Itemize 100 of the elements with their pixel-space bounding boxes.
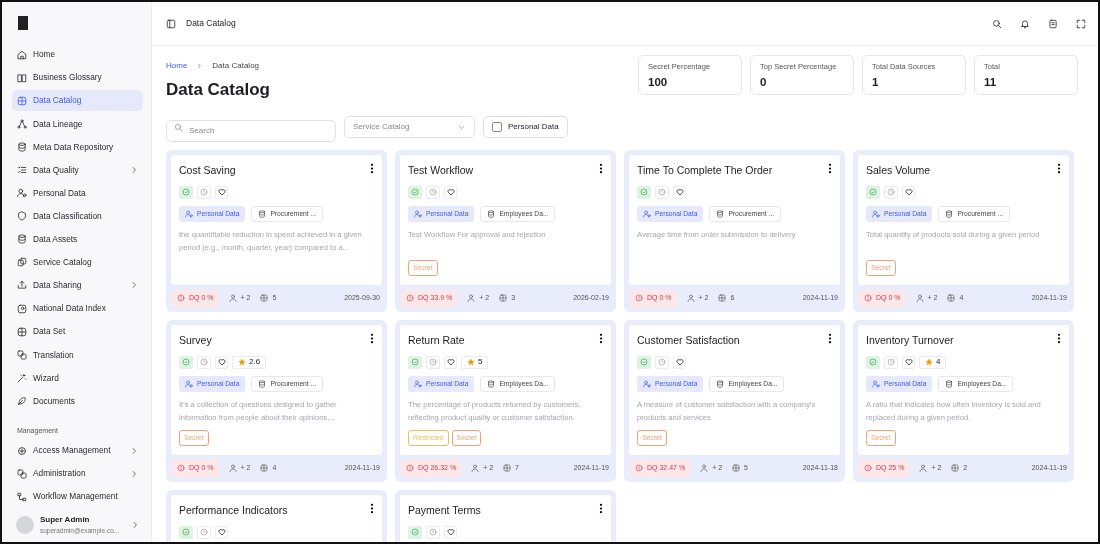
sidebar-item[interactable]: Access Management (12, 440, 143, 461)
fullscreen-icon (1076, 18, 1086, 29)
upload-icon (17, 280, 27, 291)
more-button[interactable] (599, 502, 603, 514)
database-icon (487, 379, 496, 388)
heart-icon (217, 528, 226, 537)
card-title: Return Rate (408, 332, 465, 348)
kebab-icon (1057, 332, 1061, 344)
sidebar-item[interactable]: Data Lineage (12, 113, 143, 135)
sidebar-item[interactable]: Data Classification (12, 205, 143, 227)
kebab-icon (370, 332, 374, 344)
more-button[interactable] (828, 332, 832, 344)
favorite-button[interactable] (902, 185, 915, 199)
rating-value: 4 (936, 356, 941, 369)
breadcrumb-link[interactable]: Home (166, 60, 188, 72)
stat-value: 0 (760, 75, 768, 91)
favorite-button[interactable] (215, 355, 228, 369)
favorite-button[interactable] (215, 185, 228, 199)
search-button[interactable] (992, 18, 1002, 29)
sidebar-item[interactable]: Documents (12, 390, 143, 412)
kebab-icon (370, 502, 374, 514)
alert-icon (635, 294, 643, 303)
sidebar-item[interactable]: Personal Data (12, 182, 143, 204)
database-icon (716, 379, 725, 388)
sidebar-item[interactable]: National Data Index (12, 298, 143, 320)
sidebar-item[interactable]: Data Sharing (12, 274, 143, 296)
more-button[interactable] (1057, 332, 1061, 344)
breadcrumb-current: Data Catalog (212, 60, 260, 72)
sidebar-item[interactable]: Meta Data Repository (12, 136, 143, 158)
table-icon (260, 464, 269, 473)
heart-icon (904, 358, 913, 367)
leaf-icon (17, 395, 27, 406)
kebab-icon (370, 162, 374, 174)
favorite-button[interactable] (444, 525, 457, 539)
person-icon (919, 464, 928, 473)
person-icon (686, 294, 695, 303)
page-title: Data Catalog (166, 80, 270, 101)
sidebar-item[interactable]: Wizard (12, 367, 143, 389)
sidebar-toggle-button[interactable] (166, 18, 176, 29)
chevron-right-icon (131, 521, 139, 530)
database-icon (258, 209, 267, 218)
sidebar-item[interactable]: Translation (12, 344, 143, 366)
more-button[interactable] (370, 332, 374, 344)
wand-icon (17, 372, 27, 383)
more-button[interactable] (828, 162, 832, 174)
chevron-right-icon (130, 468, 138, 479)
heart-icon (675, 188, 684, 197)
sidebar-item[interactable]: Service Catalog (12, 251, 143, 273)
sidebar-item[interactable]: Data Set (12, 321, 143, 343)
search-icon (174, 122, 183, 132)
favorite-button[interactable] (444, 185, 457, 199)
sidebar-item[interactable]: Data Assets (12, 228, 143, 250)
alert-icon (864, 294, 872, 303)
sidebar-item[interactable]: Home (12, 44, 143, 65)
service-catalog-dropdown[interactable]: Service Catalog (344, 116, 475, 139)
heart-icon (446, 358, 455, 367)
rating-value: 2.6 (249, 356, 261, 369)
favorite-button[interactable] (215, 525, 228, 539)
table-icon (951, 464, 960, 473)
personal-data-checkbox[interactable]: Personal Data (483, 116, 568, 139)
table-icon (499, 294, 508, 303)
database-icon (17, 234, 27, 245)
sidebar-item[interactable]: Data Quality (12, 159, 143, 181)
favorite-button[interactable] (673, 185, 686, 199)
favorite-button[interactable] (444, 355, 457, 369)
favorite-button[interactable] (902, 355, 915, 369)
person-icon (872, 379, 880, 388)
more-button[interactable] (1057, 162, 1061, 174)
more-button[interactable] (370, 502, 374, 514)
avatar-icon (16, 516, 34, 535)
stat-value: 100 (648, 75, 669, 91)
sidebar-item[interactable]: Workflow Management (12, 486, 143, 508)
favorite-button[interactable] (673, 355, 686, 369)
search-field[interactable]: Search (166, 119, 336, 142)
star-icon (925, 358, 933, 367)
database-icon (716, 209, 725, 218)
card-title: Sales Volume (866, 162, 931, 178)
person-icon (643, 379, 651, 388)
more-button[interactable] (599, 162, 603, 174)
sidebar-item[interactable]: Administration (12, 463, 143, 485)
person-icon (872, 209, 880, 218)
person-icon (185, 209, 193, 218)
sidebar-item[interactable]: Data Catalog (12, 90, 143, 112)
more-button[interactable] (599, 332, 603, 344)
bell-button[interactable] (1020, 18, 1030, 29)
book-icon (17, 72, 27, 83)
fullscreen-button[interactable] (1076, 18, 1086, 29)
kebab-icon (599, 162, 603, 174)
grid-icon (17, 95, 27, 106)
database-icon (258, 379, 267, 388)
database-icon (17, 141, 27, 152)
heart-icon (446, 528, 455, 537)
person-icon (915, 294, 924, 303)
more-button[interactable] (370, 162, 374, 174)
person-icon (700, 464, 709, 473)
card-title: Time To Complete The Order (637, 162, 773, 178)
sidebar-item[interactable]: Business Glossary (12, 67, 143, 89)
kebab-icon (599, 332, 603, 344)
heart-icon (675, 358, 684, 367)
kebab-icon (828, 162, 832, 174)
